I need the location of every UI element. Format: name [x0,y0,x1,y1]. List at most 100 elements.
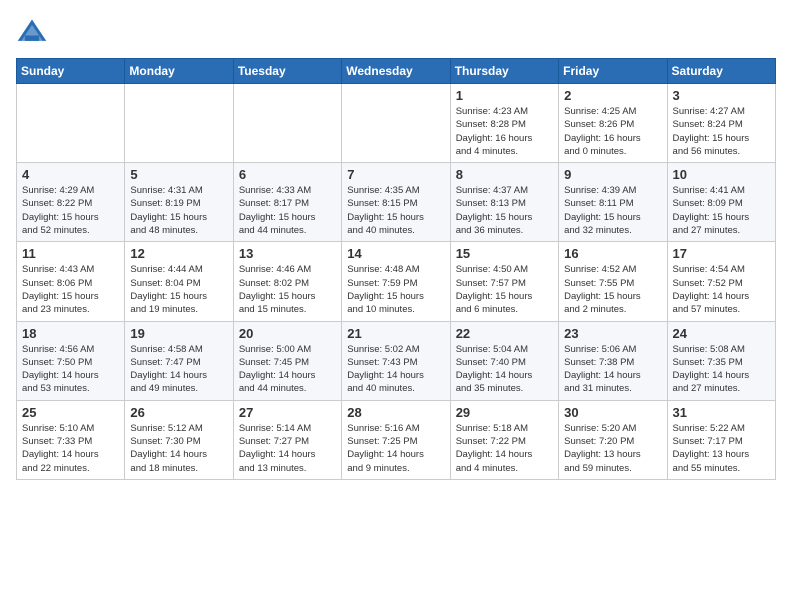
calendar-table: SundayMondayTuesdayWednesdayThursdayFrid… [16,58,776,480]
day-info: Sunrise: 5:04 AM Sunset: 7:40 PM Dayligh… [456,343,553,396]
day-number: 1 [456,88,553,103]
day-number: 4 [22,167,119,182]
day-info: Sunrise: 4:35 AM Sunset: 8:15 PM Dayligh… [347,184,444,237]
day-info: Sunrise: 4:48 AM Sunset: 7:59 PM Dayligh… [347,263,444,316]
calendar-cell: 31 Sunrise: 5:22 AM Sunset: 7:17 PM Dayli… [667,400,775,479]
day-info: Sunrise: 5:18 AM Sunset: 7:22 PM Dayligh… [456,422,553,475]
day-info: Sunrise: 4:41 AM Sunset: 8:09 PM Dayligh… [673,184,770,237]
calendar-cell: 29 Sunrise: 5:18 AM Sunset: 7:22 PM Dayli… [450,400,558,479]
day-number: 6 [239,167,336,182]
calendar-cell: 20Sunrise: 5:00 AM Sunset: 7:45 PM Dayli… [233,321,341,400]
day-number: 5 [130,167,227,182]
calendar-cell: 9Sunrise: 4:39 AM Sunset: 8:11 PM Daylig… [559,163,667,242]
header-tuesday: Tuesday [233,59,341,84]
calendar-cell: 23 Sunrise: 5:06 AM Sunset: 7:38 PM Dayli… [559,321,667,400]
header-thursday: Thursday [450,59,558,84]
calendar-cell: 18 Sunrise: 4:56 AM Sunset: 7:50 PM Dayli… [17,321,125,400]
calendar-week-3: 11 Sunrise: 4:43 AM Sunset: 8:06 PM Dayli… [17,242,776,321]
header-wednesday: Wednesday [342,59,450,84]
day-number: 31 [673,405,770,420]
calendar-cell: 13Sunrise: 4:46 AM Sunset: 8:02 PM Dayli… [233,242,341,321]
calendar-week-4: 18 Sunrise: 4:56 AM Sunset: 7:50 PM Dayli… [17,321,776,400]
day-number: 19 [130,326,227,341]
day-number: 17 [673,246,770,261]
header-saturday: Saturday [667,59,775,84]
day-number: 23 [564,326,661,341]
day-number: 20 [239,326,336,341]
header-monday: Monday [125,59,233,84]
day-number: 15 [456,246,553,261]
calendar-cell [342,84,450,163]
calendar-cell: 11 Sunrise: 4:43 AM Sunset: 8:06 PM Dayli… [17,242,125,321]
day-info: Sunrise: 5:14 AM Sunset: 7:27 PM Dayligh… [239,422,336,475]
day-info: Sunrise: 4:37 AM Sunset: 8:13 PM Dayligh… [456,184,553,237]
day-number: 2 [564,88,661,103]
day-number: 26 [130,405,227,420]
calendar-cell: 8Sunrise: 4:37 AM Sunset: 8:13 PM Daylig… [450,163,558,242]
day-info: Sunrise: 4:44 AM Sunset: 8:04 PM Dayligh… [130,263,227,316]
calendar-cell: 7 Sunrise: 4:35 AM Sunset: 8:15 PM Daylig… [342,163,450,242]
calendar-cell: 5 Sunrise: 4:31 AM Sunset: 8:19 PM Daylig… [125,163,233,242]
calendar-cell: 22 Sunrise: 5:04 AM Sunset: 7:40 PM Dayli… [450,321,558,400]
calendar-cell: 24Sunrise: 5:08 AM Sunset: 7:35 PM Dayli… [667,321,775,400]
day-info: Sunrise: 4:54 AM Sunset: 7:52 PM Dayligh… [673,263,770,316]
day-number: 9 [564,167,661,182]
day-number: 11 [22,246,119,261]
calendar-cell: 15Sunrise: 4:50 AM Sunset: 7:57 PM Dayli… [450,242,558,321]
day-number: 14 [347,246,444,261]
calendar-cell: 26 Sunrise: 5:12 AM Sunset: 7:30 PM Dayli… [125,400,233,479]
calendar-cell: 21 Sunrise: 5:02 AM Sunset: 7:43 PM Dayli… [342,321,450,400]
calendar-cell: 2 Sunrise: 4:25 AM Sunset: 8:26 PM Daylig… [559,84,667,163]
calendar-cell: 1 Sunrise: 4:23 AM Sunset: 8:28 PM Daylig… [450,84,558,163]
day-number: 16 [564,246,661,261]
day-number: 27 [239,405,336,420]
calendar-cell: 19Sunrise: 4:58 AM Sunset: 7:47 PM Dayli… [125,321,233,400]
calendar-cell: 12 Sunrise: 4:44 AM Sunset: 8:04 PM Dayli… [125,242,233,321]
day-number: 12 [130,246,227,261]
day-info: Sunrise: 5:06 AM Sunset: 7:38 PM Dayligh… [564,343,661,396]
calendar-cell: 17 Sunrise: 4:54 AM Sunset: 7:52 PM Dayli… [667,242,775,321]
day-info: Sunrise: 4:52 AM Sunset: 7:55 PM Dayligh… [564,263,661,316]
logo [16,16,52,48]
day-info: Sunrise: 4:43 AM Sunset: 8:06 PM Dayligh… [22,263,119,316]
calendar-cell: 16 Sunrise: 4:52 AM Sunset: 7:55 PM Dayli… [559,242,667,321]
day-number: 7 [347,167,444,182]
day-number: 10 [673,167,770,182]
calendar-cell: 6 Sunrise: 4:33 AM Sunset: 8:17 PM Daylig… [233,163,341,242]
calendar-week-2: 4 Sunrise: 4:29 AM Sunset: 8:22 PM Daylig… [17,163,776,242]
calendar-cell: 25Sunrise: 5:10 AM Sunset: 7:33 PM Dayli… [17,400,125,479]
calendar-cell [125,84,233,163]
day-number: 25 [22,405,119,420]
calendar-header-row: SundayMondayTuesdayWednesdayThursdayFrid… [17,59,776,84]
day-info: Sunrise: 5:02 AM Sunset: 7:43 PM Dayligh… [347,343,444,396]
calendar-cell: 14 Sunrise: 4:48 AM Sunset: 7:59 PM Dayli… [342,242,450,321]
day-info: Sunrise: 4:31 AM Sunset: 8:19 PM Dayligh… [130,184,227,237]
calendar-cell [233,84,341,163]
day-number: 22 [456,326,553,341]
day-number: 18 [22,326,119,341]
day-number: 3 [673,88,770,103]
day-number: 29 [456,405,553,420]
day-info: Sunrise: 5:20 AM Sunset: 7:20 PM Dayligh… [564,422,661,475]
day-number: 21 [347,326,444,341]
day-number: 28 [347,405,444,420]
day-info: Sunrise: 4:56 AM Sunset: 7:50 PM Dayligh… [22,343,119,396]
day-info: Sunrise: 4:23 AM Sunset: 8:28 PM Dayligh… [456,105,553,158]
calendar-week-1: 1 Sunrise: 4:23 AM Sunset: 8:28 PM Daylig… [17,84,776,163]
day-info: Sunrise: 4:46 AM Sunset: 8:02 PM Dayligh… [239,263,336,316]
day-info: Sunrise: 5:12 AM Sunset: 7:30 PM Dayligh… [130,422,227,475]
header-friday: Friday [559,59,667,84]
logo-icon [16,16,48,48]
calendar-cell: 4 Sunrise: 4:29 AM Sunset: 8:22 PM Daylig… [17,163,125,242]
page-header [16,16,776,48]
calendar-week-5: 25Sunrise: 5:10 AM Sunset: 7:33 PM Dayli… [17,400,776,479]
day-info: Sunrise: 4:29 AM Sunset: 8:22 PM Dayligh… [22,184,119,237]
day-info: Sunrise: 4:33 AM Sunset: 8:17 PM Dayligh… [239,184,336,237]
day-number: 24 [673,326,770,341]
day-info: Sunrise: 5:22 AM Sunset: 7:17 PM Dayligh… [673,422,770,475]
calendar-cell: 3Sunrise: 4:27 AM Sunset: 8:24 PM Daylig… [667,84,775,163]
header-sunday: Sunday [17,59,125,84]
calendar-cell: 10 Sunrise: 4:41 AM Sunset: 8:09 PM Dayli… [667,163,775,242]
calendar-cell [17,84,125,163]
day-info: Sunrise: 4:25 AM Sunset: 8:26 PM Dayligh… [564,105,661,158]
